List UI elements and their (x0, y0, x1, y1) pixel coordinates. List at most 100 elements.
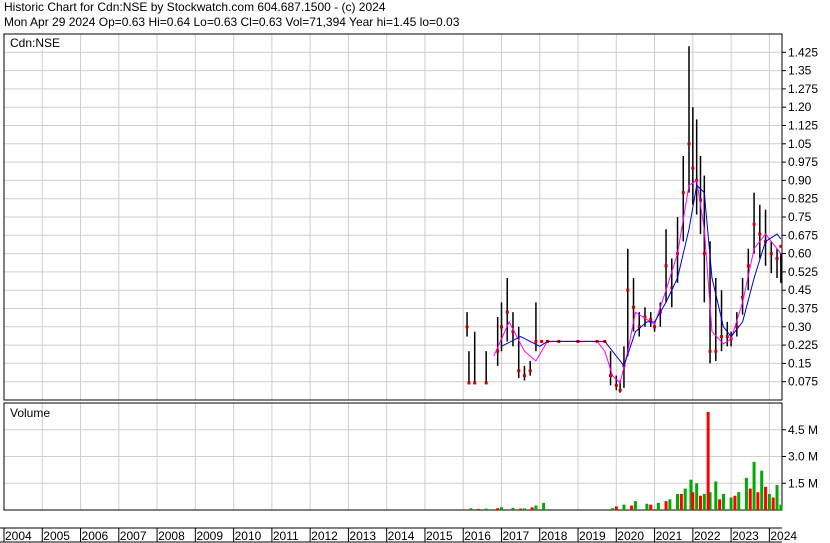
volume-bar (756, 492, 760, 510)
volume-bar (698, 495, 702, 510)
price-axis-tick-label: 0.525 (788, 265, 818, 279)
volume-bar (702, 493, 706, 510)
year-axis-tick-label: 2018 (541, 529, 568, 543)
volume-bar (633, 501, 637, 510)
volume-bar (718, 499, 722, 510)
price-close-marker (473, 381, 477, 385)
price-axis-tick-label: 0.75 (788, 210, 812, 224)
year-axis-tick-label: 2005 (43, 529, 70, 543)
volume-bar (519, 508, 523, 510)
volume-bar (668, 499, 672, 510)
price-close-marker (609, 374, 613, 378)
volume-bar (779, 504, 783, 510)
price-axis-tick-label: 1.275 (788, 82, 818, 96)
volume-bar (760, 470, 764, 510)
chart-root: Historic Chart for Cdn:NSE by Stockwatch… (0, 0, 830, 543)
price-axis-tick-label: 0.975 (788, 155, 818, 169)
volume-bar (691, 492, 695, 510)
price-axis-tick-label: 0.60 (788, 247, 812, 261)
price-axis-tick-label: 0.375 (788, 302, 818, 316)
price-close-marker (632, 305, 636, 309)
volume-bar (679, 493, 683, 510)
year-axis-tick-label: 2020 (617, 529, 644, 543)
price-axis-tick-label: 1.125 (788, 119, 818, 133)
price-close-marker (752, 222, 756, 226)
volume-bar (469, 508, 473, 510)
year-axis-tick-label: 2021 (656, 529, 683, 543)
volume-bar (733, 495, 737, 510)
volume-axis-tick-label: 3.0 M (788, 450, 818, 464)
price-close-marker (534, 339, 538, 343)
year-axis-tick-label: 2013 (349, 529, 376, 543)
volume-bar (496, 508, 500, 510)
volume-bar (706, 411, 710, 510)
price-close-marker (484, 381, 488, 385)
volume-bar (622, 504, 626, 510)
price-close-marker (467, 381, 471, 385)
volume-bar (656, 502, 660, 510)
price-axis-tick-label: 0.225 (788, 338, 818, 352)
year-axis-tick-label: 2024 (770, 529, 797, 543)
price-close-marker (687, 142, 691, 146)
price-close-marker (681, 191, 685, 195)
price-close-marker (465, 325, 469, 329)
price-close-marker (664, 264, 668, 268)
price-close-marker (540, 339, 544, 343)
price-axis-tick-label: 1.425 (788, 45, 818, 59)
volume-bar (484, 508, 488, 510)
volume-bar (477, 508, 481, 510)
volume-bar (522, 508, 526, 510)
volume-bar (645, 503, 649, 510)
price-axis-tick-label: 0.30 (788, 320, 812, 334)
year-axis-tick-label: 2012 (311, 529, 338, 543)
price-close-marker (614, 383, 618, 387)
volume-bar (630, 505, 634, 510)
price-axis-tick-label: 1.35 (788, 64, 812, 78)
year-axis-tick-label: 2009 (196, 529, 223, 543)
volume-bar (542, 502, 546, 510)
price-axis-tick-label: 0.90 (788, 173, 812, 187)
year-axis-tick-label: 2007 (120, 529, 147, 543)
volume-bar (695, 483, 699, 510)
volume-bar (737, 492, 741, 510)
price-close-marker (779, 244, 783, 248)
year-axis-tick-label: 2019 (579, 529, 606, 543)
price-axis-tick-label: 0.075 (788, 375, 818, 389)
volume-bar (767, 493, 771, 510)
price-axis-tick-label: 1.05 (788, 137, 812, 151)
price-close-marker (714, 349, 718, 353)
price-close-marker (528, 369, 532, 373)
price-axis-tick-label: 0.825 (788, 192, 818, 206)
year-axis-tick-label: 2015 (426, 529, 453, 543)
price-close-marker (769, 252, 773, 256)
volume-bar (534, 505, 538, 510)
price-axis-tick-label: 0.15 (788, 356, 812, 370)
volume-bar (744, 477, 748, 510)
year-axis-tick-label: 2017 (502, 529, 529, 543)
price-close-marker (522, 374, 526, 378)
volume-axis-tick-label: 4.5 M (788, 423, 818, 437)
price-close-marker (691, 166, 695, 170)
year-axis-tick-label: 2023 (732, 529, 759, 543)
volume-bar (775, 485, 779, 510)
price-close-marker (649, 317, 653, 321)
volume-axis-tick-label: 1.5 M (788, 476, 818, 490)
volume-bar (714, 481, 718, 510)
price-axis-tick-label: 1.20 (788, 100, 812, 114)
price-axis-tick-label: 0.675 (788, 228, 818, 242)
volume-bar (511, 507, 515, 510)
price-close-marker (702, 252, 706, 256)
year-axis-tick-label: 2022 (694, 529, 721, 543)
moving-average-long-line (501, 184, 782, 367)
volume-bar (683, 488, 687, 510)
price-close-marker (758, 232, 762, 236)
price-close-marker (720, 335, 724, 339)
price-close-marker (746, 264, 750, 268)
year-axis-tick-label: 2008 (158, 529, 185, 543)
stock-chart: 0.075 0.15 0.225 0.30 0.375 0.45 0.525 0.60 0.67… (0, 33, 818, 543)
volume-bar (610, 508, 614, 510)
volume-legend-label: Volume (10, 406, 50, 420)
price-close-marker (618, 388, 622, 392)
volume-bar (614, 506, 618, 510)
volume-bar (748, 488, 752, 510)
